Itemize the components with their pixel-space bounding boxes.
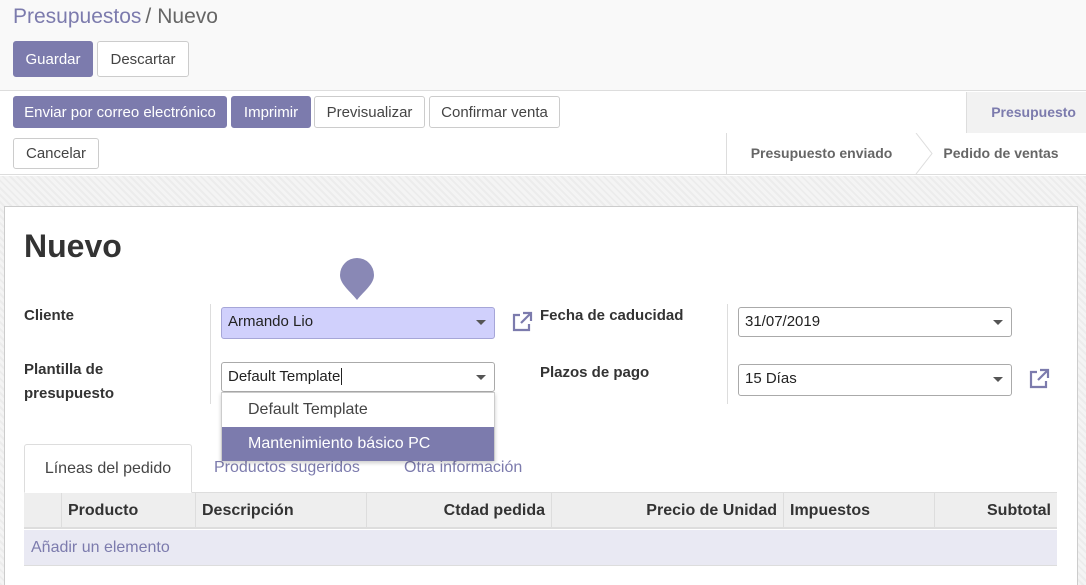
customer-value: Armando Lio xyxy=(228,313,314,330)
template-label: Plantilla de presupuesto xyxy=(24,361,115,402)
print-button[interactable]: Imprimir xyxy=(231,96,311,128)
template-value: Default Template xyxy=(228,368,341,385)
breadcrumb-separator: / xyxy=(145,5,152,28)
statusbar: Enviar por correo electrónico Imprimir P… xyxy=(0,92,1086,175)
dropdown-option[interactable]: Default Template xyxy=(222,393,494,427)
chevron-down-icon[interactable] xyxy=(476,320,486,325)
add-line-link[interactable]: Añadir un elemento xyxy=(31,530,170,566)
external-link-icon[interactable] xyxy=(510,310,534,334)
preview-button[interactable]: Previsualizar xyxy=(314,96,425,128)
expiration-label: Fecha de caducidad xyxy=(540,307,684,324)
save-button[interactable]: Guardar xyxy=(13,41,93,77)
text-cursor xyxy=(341,368,343,385)
chevron-down-icon[interactable] xyxy=(476,375,486,380)
breadcrumb: Presupuestos / Nuevo xyxy=(13,5,218,29)
stage-quotation-sent[interactable]: Presupuesto enviado xyxy=(726,133,916,175)
customer-field[interactable]: Armando Lio xyxy=(221,307,495,339)
control-panel: Presupuestos / Nuevo Guardar Descartar xyxy=(0,0,1086,91)
customer-label: Cliente xyxy=(24,307,75,324)
dropdown-option-active[interactable]: Mantenimiento básico PC xyxy=(222,427,494,461)
discard-button[interactable]: Descartar xyxy=(97,41,189,77)
right-column-divider xyxy=(727,304,728,404)
payment-terms-value: 15 Días xyxy=(745,370,797,387)
left-column-divider xyxy=(210,304,211,404)
tab-order-lines[interactable]: Líneas del pedido xyxy=(24,444,192,493)
breadcrumb-presupuestos-link[interactable]: Presupuestos xyxy=(13,5,141,28)
column-product[interactable]: Producto xyxy=(61,493,195,528)
template-dropdown: Default Template Mantenimiento básico PC xyxy=(221,392,495,461)
payment-terms-field[interactable]: 15 Días xyxy=(738,364,1012,396)
template-field[interactable]: Default Template xyxy=(221,362,495,392)
stage-quotation[interactable]: Presupuesto xyxy=(966,92,1086,133)
chevron-down-icon[interactable] xyxy=(993,320,1003,325)
breadcrumb-current: Nuevo xyxy=(157,5,218,28)
column-subtotal[interactable]: Subtotal xyxy=(934,493,1057,528)
tour-tip-icon[interactable] xyxy=(339,258,375,302)
order-lines-header: Producto Descripción Ctdad pedida Precio… xyxy=(24,493,1057,529)
column-taxes[interactable]: Impuestos xyxy=(783,493,934,528)
column-unit-price[interactable]: Precio de Unidad xyxy=(551,493,783,528)
add-line-row: Añadir un elemento xyxy=(24,530,1057,566)
expiration-date-value: 31/07/2019 xyxy=(745,313,821,330)
record-title: Nuevo xyxy=(24,228,122,264)
column-quantity[interactable]: Ctdad pedida xyxy=(366,493,551,528)
expiration-date-field[interactable]: 31/07/2019 xyxy=(738,307,1012,337)
send-email-button[interactable]: Enviar por correo electrónico xyxy=(13,96,227,128)
external-link-icon[interactable] xyxy=(1027,367,1051,391)
payment-terms-label: Plazos de pago xyxy=(540,364,650,381)
stage-sales-order[interactable]: Pedido de ventas xyxy=(916,133,1086,175)
column-description[interactable]: Descripción xyxy=(195,493,366,528)
cancel-button[interactable]: Cancelar xyxy=(13,138,99,169)
chevron-down-icon[interactable] xyxy=(993,377,1003,382)
confirm-sale-button[interactable]: Confirmar venta xyxy=(429,96,560,128)
